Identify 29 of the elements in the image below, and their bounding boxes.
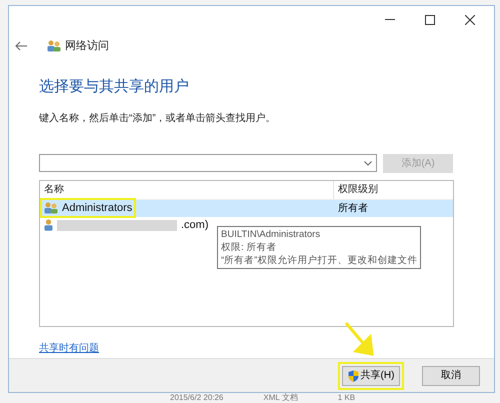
shield-icon [348,370,359,382]
dialog-button[interactable]: 共享(H) [342,366,400,386]
name-combo-field[interactable] [39,154,377,172]
file-list-cell: 2015/6/2 20:26 [170,393,224,403]
dialog-button[interactable]: 取消 [422,366,480,386]
instruction-text: 键入名称，然后单击“添加”，或者单击箭头查找用户。 [39,112,277,126]
page-heading: 选择要与其共享的用户 [39,77,190,97]
back-button[interactable] [15,40,27,52]
tooltip-line: “所有者”权限允许用户打开、更改和创建文件 [221,254,418,266]
tooltip-line: 权限: 所有者 [221,240,278,254]
name-cell: .com) [42,217,210,233]
close-icon [465,15,475,25]
window-title: 网络访问 [65,38,109,54]
pointer-arrow [344,321,376,357]
file-list-cell: XML 文档 [263,393,298,403]
minimize-icon [385,19,395,21]
column-header[interactable]: 权限级别 [334,180,378,198]
tooltip-line: BUILTIN\Administrators [221,228,322,240]
permission-cell-text: 所有者 [337,202,368,216]
column-header[interactable]: 名称 [40,180,334,198]
user-icon [44,219,53,231]
file-list-cell: 1 KB [338,393,356,403]
chevron-down-icon [364,160,372,166]
users-icon [47,40,61,52]
user-row[interactable]: Administrators 所有者 [40,200,453,216]
users-icon [44,202,58,214]
help-link[interactable]: 共享时有问题 [39,340,99,356]
maximize-icon [425,15,435,25]
name-cell: Administrators [42,200,134,216]
